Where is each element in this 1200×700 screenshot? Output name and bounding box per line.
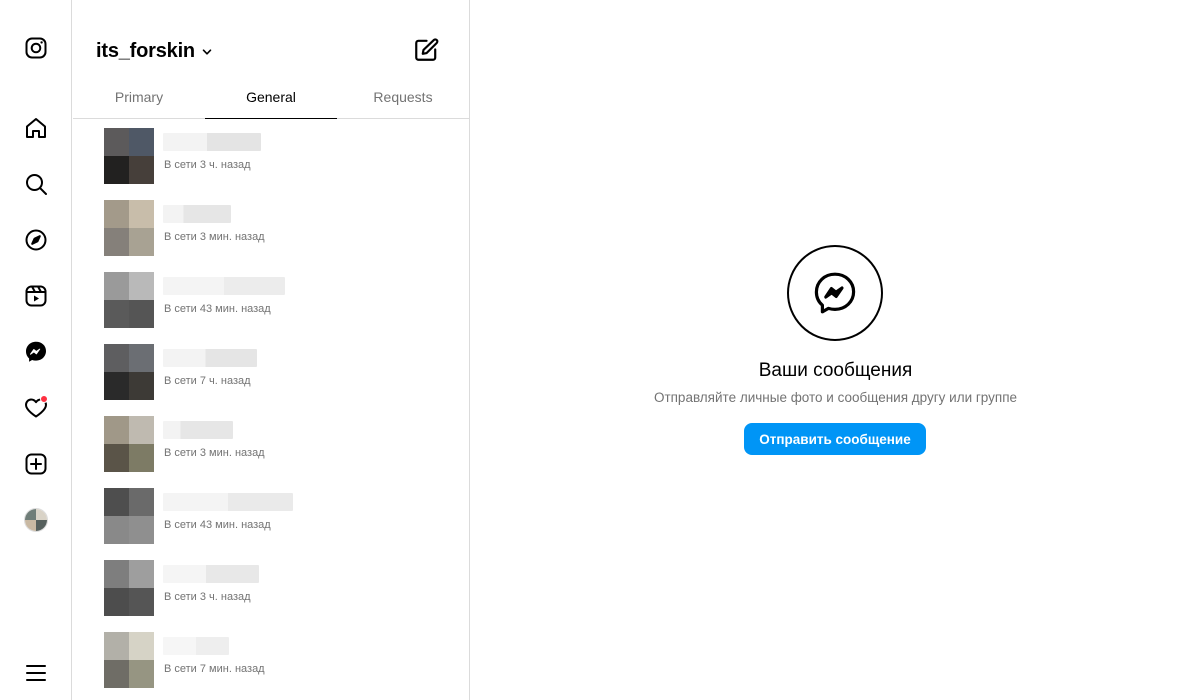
thread-row[interactable]: В сети 3 ч. назад <box>73 552 469 622</box>
thread-status: В сети 7 ч. назад <box>164 375 251 387</box>
thread-row[interactable]: В сети 3 ч. назад <box>73 120 469 190</box>
thread-avatar <box>104 272 154 328</box>
thread-name-redacted <box>163 133 261 151</box>
tab-general[interactable]: General <box>205 78 337 119</box>
nav-rail <box>0 0 72 700</box>
thread-row[interactable]: В сети 43 мин. назад <box>73 480 469 550</box>
chevron-down-icon <box>202 48 212 55</box>
thread-avatar <box>104 416 154 472</box>
menu-icon[interactable] <box>20 657 52 689</box>
thread-row[interactable]: В сети 7 ч. назад <box>73 336 469 406</box>
thread-name-redacted <box>163 349 257 367</box>
thread-status: В сети 3 ч. назад <box>164 159 251 171</box>
tab-requests[interactable]: Requests <box>337 78 469 118</box>
thread-name-redacted <box>163 565 259 583</box>
notification-badge <box>40 395 48 403</box>
new-message-button[interactable] <box>413 37 439 63</box>
thread-avatar <box>104 200 154 256</box>
thread-row[interactable]: В сети 3 мин. назад <box>73 408 469 478</box>
compose-icon <box>415 38 439 61</box>
messages-empty-state: Ваши сообщения Отправляйте личные фото и… <box>471 0 1200 700</box>
inbox-tabs: Primary General Requests <box>73 78 469 119</box>
thread-row[interactable]: В сети 43 мин. назад <box>73 264 469 334</box>
thread-name-redacted <box>163 421 233 439</box>
messenger-circle-icon <box>787 245 883 341</box>
reels-icon[interactable] <box>20 280 52 312</box>
search-icon[interactable] <box>20 168 52 200</box>
thread-avatar <box>104 632 154 688</box>
messenger-icon[interactable] <box>20 336 52 368</box>
thread-avatar <box>104 344 154 400</box>
account-name: its_forskin <box>96 40 195 62</box>
create-plus-icon[interactable] <box>20 448 52 480</box>
thread-avatar <box>104 560 154 616</box>
instagram-logo-icon[interactable] <box>20 32 52 64</box>
profile-avatar[interactable] <box>20 504 52 536</box>
send-message-button[interactable]: Отправить сообщение <box>744 423 926 455</box>
thread-name-redacted <box>163 277 285 295</box>
thread-status: В сети 3 мин. назад <box>164 231 265 243</box>
inbox-panel: its_forskin Primary General Requests В с… <box>73 0 470 700</box>
thread-row[interactable]: В сети 3 мин. назад <box>73 192 469 262</box>
thread-status: В сети 3 мин. назад <box>164 447 265 459</box>
tab-primary[interactable]: Primary <box>73 78 205 118</box>
empty-state-subtitle: Отправляйте личные фото и сообщения друг… <box>653 390 1018 405</box>
explore-icon[interactable] <box>20 224 52 256</box>
thread-status: В сети 43 мин. назад <box>164 303 271 315</box>
thread-status: В сети 3 ч. назад <box>164 591 251 603</box>
thread-row[interactable]: В сети 7 мин. назад <box>73 624 469 694</box>
empty-state-title: Ваши сообщения <box>758 360 913 381</box>
thread-name-redacted <box>163 205 231 223</box>
notifications-heart-icon[interactable] <box>20 392 52 424</box>
thread-avatar <box>104 488 154 544</box>
thread-avatar <box>104 128 154 184</box>
thread-status: В сети 43 мин. назад <box>164 519 271 531</box>
account-switcher[interactable]: its_forskin <box>96 40 213 63</box>
thread-name-redacted <box>163 637 229 655</box>
home-icon[interactable] <box>20 112 52 144</box>
thread-name-redacted <box>163 493 293 511</box>
thread-status: В сети 7 мин. назад <box>164 663 265 675</box>
